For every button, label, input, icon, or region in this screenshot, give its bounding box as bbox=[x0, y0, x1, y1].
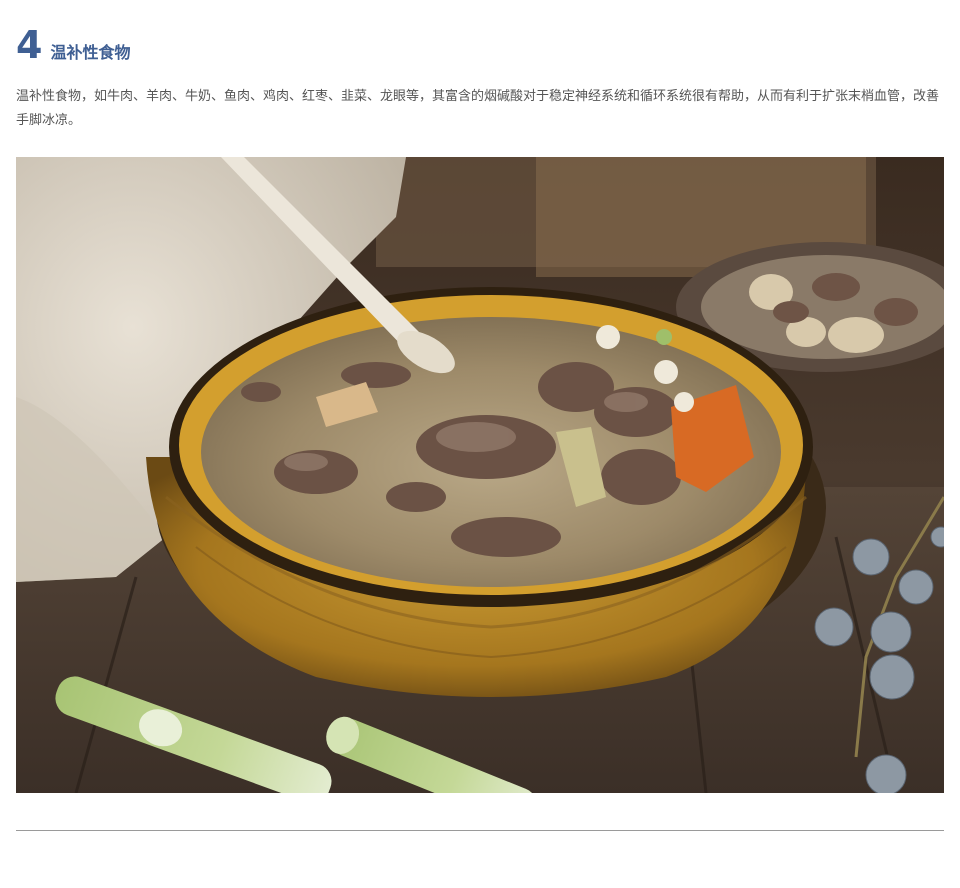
section-title: 温补性食物 bbox=[50, 43, 131, 62]
section-header: 4 温补性食物 bbox=[16, 26, 130, 64]
divider-line bbox=[16, 830, 944, 831]
section-number: 4 bbox=[16, 23, 43, 67]
body-paragraph: 温补性食物，如牛肉、羊肉、牛奶、鱼肉、鸡肉、红枣、韭菜、龙眼等，其富含的烟碱酸对… bbox=[16, 89, 940, 128]
soup-photo bbox=[16, 157, 944, 793]
